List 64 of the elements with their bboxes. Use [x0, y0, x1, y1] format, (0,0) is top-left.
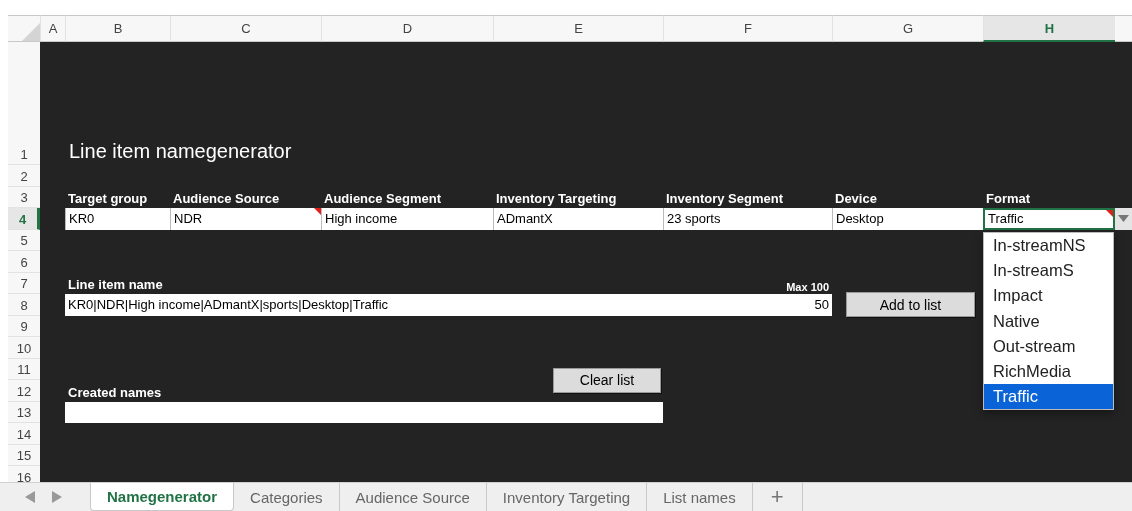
field-label: Format — [985, 191, 1032, 208]
sheet-tab[interactable]: Audience Source — [339, 483, 487, 511]
row-header[interactable]: 11 — [8, 358, 40, 380]
count-label: Max 100 — [786, 281, 830, 294]
field-label: Target group — [67, 191, 149, 208]
column-header[interactable]: F — [663, 15, 832, 42]
row-header[interactable]: 2 — [8, 165, 40, 187]
table-cell[interactable]: KR0 — [65, 208, 170, 230]
field-label: Audience Source — [172, 191, 281, 208]
dropdown-option[interactable]: Impact — [984, 283, 1113, 309]
column-header-background — [1115, 15, 1132, 42]
row-header[interactable]: 12 — [8, 380, 40, 402]
sheet-tab[interactable]: Categories — [234, 483, 340, 511]
row-header[interactable]: 16 — [8, 466, 40, 482]
column-header[interactable]: A — [40, 15, 65, 42]
table-cell[interactable]: 23 sports — [663, 208, 832, 230]
left-arrow-icon[interactable] — [25, 491, 35, 503]
add-to-list-button[interactable]: Add to list — [846, 292, 975, 318]
field-label: Created names — [67, 384, 163, 402]
field-label: Device — [834, 191, 878, 208]
column-header[interactable]: H — [983, 15, 1115, 42]
table-cell[interactable]: Traffic — [983, 208, 1115, 230]
dropdown-caret-icon[interactable] — [1118, 215, 1129, 223]
clear-list-button[interactable]: Clear list — [553, 367, 661, 393]
sheet-tab[interactable]: Inventory Targeting — [486, 483, 648, 511]
table-cell[interactable]: Desktop — [832, 208, 983, 230]
right-arrow-icon[interactable] — [52, 491, 62, 503]
character-count: 50 — [814, 297, 829, 313]
sheet-tab[interactable]: List names — [647, 483, 753, 511]
table-cell[interactable]: NDR — [170, 208, 321, 230]
column-header[interactable]: D — [321, 15, 493, 42]
row-header[interactable]: 3 — [8, 186, 40, 208]
table-cell[interactable]: High income — [321, 208, 493, 230]
dropdown-option[interactable]: RichMedia — [984, 358, 1113, 385]
row-header[interactable]: 6 — [8, 251, 40, 273]
dropdown-option[interactable]: Native — [984, 308, 1113, 334]
dropdown-option[interactable]: Out-stream — [984, 333, 1113, 359]
column-header[interactable]: G — [832, 15, 983, 42]
field-label: Audience Segment — [323, 191, 443, 208]
row-header[interactable]: 1 — [8, 42, 40, 165]
row-header[interactable]: 13 — [8, 401, 40, 423]
column-header[interactable]: B — [65, 15, 170, 42]
row-header[interactable]: 5 — [8, 229, 40, 251]
row-header[interactable]: 14 — [8, 423, 40, 445]
row-header[interactable]: 9 — [8, 315, 40, 337]
dropdown-option[interactable]: In-streamS — [984, 258, 1113, 284]
field-label: Inventory Targeting — [495, 191, 618, 208]
table-cell[interactable]: ADmantX — [493, 208, 663, 230]
row-header[interactable]: 8 — [8, 294, 40, 316]
line-item-name: KR0|NDR|High income|ADmantX|sports|Desktop|Traffic — [68, 297, 389, 313]
created-names-field[interactable] — [65, 401, 663, 423]
dropdown-option[interactable]: In-streamNS — [984, 233, 1113, 259]
dropdown-option[interactable]: Traffic — [984, 384, 1113, 410]
field-label: Line item name — [67, 277, 164, 294]
row-header[interactable]: 4 — [8, 208, 40, 230]
row-header[interactable]: 7 — [8, 272, 40, 294]
field-label: Inventory Segment — [665, 191, 785, 208]
row-header[interactable]: 15 — [8, 444, 40, 466]
sheet-tab[interactable]: Namegenerator — [90, 483, 235, 511]
column-header[interactable]: C — [170, 15, 321, 42]
add-sheet-button[interactable]: + — [752, 483, 803, 511]
sheet-title: Line item namegenerator — [68, 140, 293, 164]
column-header[interactable]: E — [493, 15, 663, 42]
row-header[interactable]: 10 — [8, 337, 40, 359]
